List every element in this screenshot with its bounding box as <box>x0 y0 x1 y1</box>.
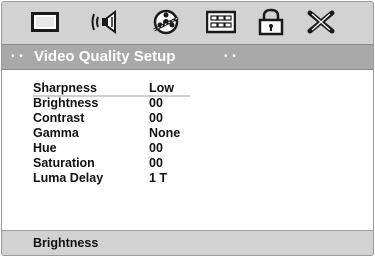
setting-value: 00 <box>149 156 163 170</box>
settings-list: Sharpness Low Brightness 00 Contrast 00 … <box>2 70 373 230</box>
tv-icon[interactable] <box>28 8 62 36</box>
setting-value: Low <box>149 81 174 95</box>
setting-value: None <box>149 126 181 140</box>
setting-row-saturation[interactable]: Saturation 00 <box>33 156 193 171</box>
setting-row-luma-delay[interactable]: Luma Delay 1 T <box>33 171 193 186</box>
setting-label: Contrast <box>33 111 85 125</box>
osd-menu-window: • • Video Quality Setup • • Sharpness Lo… <box>1 1 374 256</box>
page-title: Video Quality Setup <box>34 48 176 65</box>
speaker-icon[interactable] <box>90 8 124 36</box>
video-panel-icon[interactable] <box>204 8 238 36</box>
setting-row-brightness[interactable]: Brightness 00 <box>33 96 193 111</box>
setting-label: Brightness <box>33 96 99 110</box>
setting-row-hue[interactable]: Hue 00 <box>33 141 193 156</box>
setting-label: Luma Delay <box>33 171 104 185</box>
setting-label: Saturation <box>33 156 95 170</box>
setting-label: Hue <box>33 141 57 155</box>
setting-value: 1 T <box>149 171 168 185</box>
title-dots-left: • • <box>11 51 24 62</box>
film-reel-icon[interactable] <box>149 8 183 36</box>
setting-row-sharpness[interactable]: Sharpness Low <box>33 81 193 97</box>
setting-value: 00 <box>149 141 163 155</box>
setting-row-contrast[interactable]: Contrast 00 <box>33 111 193 126</box>
close-x-icon[interactable] <box>304 8 338 36</box>
setting-label: Gamma <box>33 126 79 140</box>
help-footer: Brightness <box>2 230 373 255</box>
lock-icon[interactable] <box>254 8 288 36</box>
setting-value: 00 <box>149 96 163 110</box>
menu-title-bar: • • Video Quality Setup • • <box>2 44 373 70</box>
setting-value: 00 <box>149 111 163 125</box>
setting-label: Sharpness <box>33 81 97 95</box>
setting-row-gamma[interactable]: Gamma None <box>33 126 193 141</box>
help-text: Brightness <box>33 236 99 250</box>
title-dots-right: • • <box>224 51 237 62</box>
category-toolbar <box>2 2 373 42</box>
